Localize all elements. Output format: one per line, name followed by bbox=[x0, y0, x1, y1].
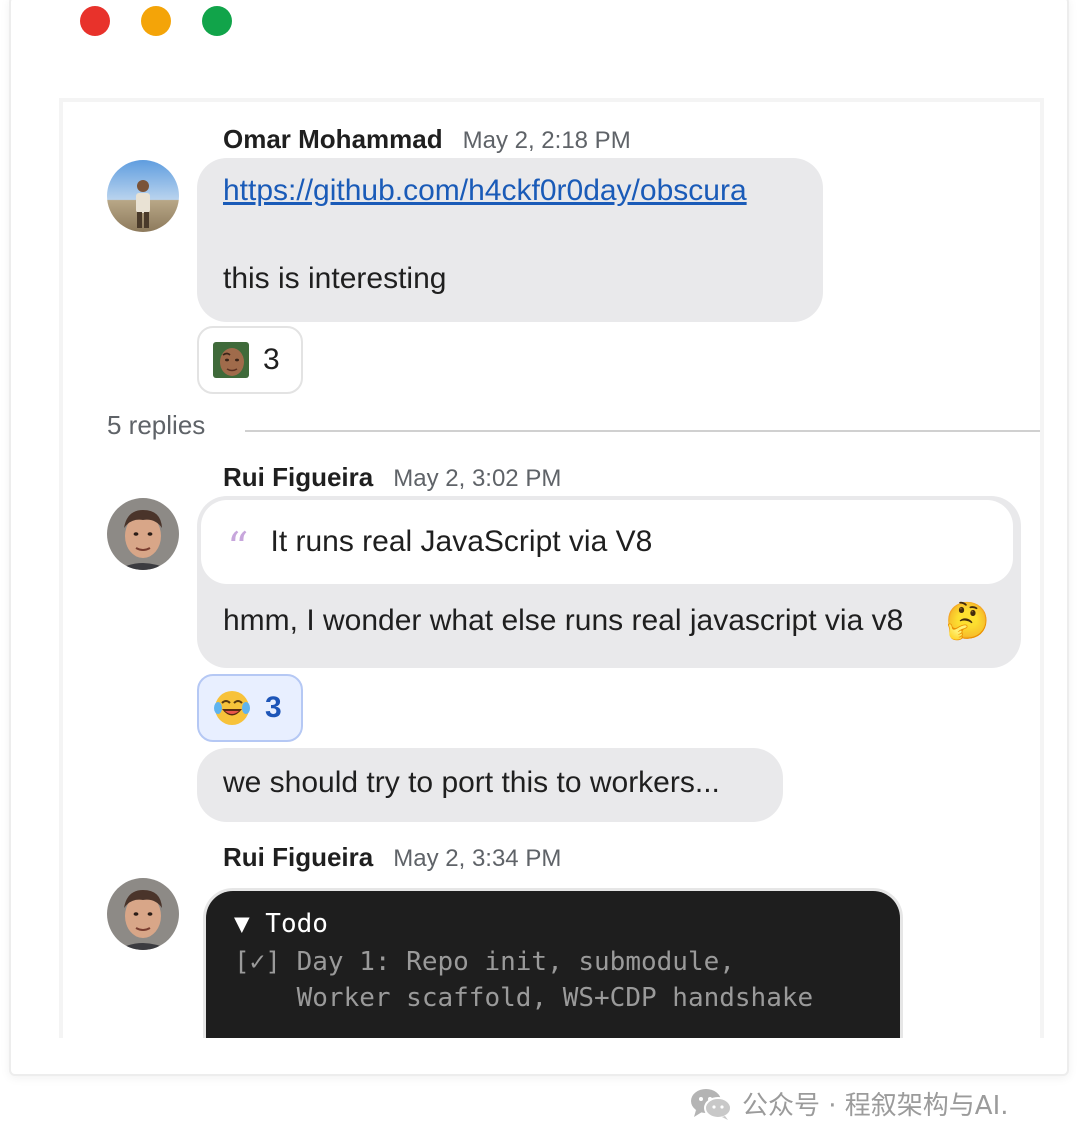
github-link[interactable]: https://github.com/h4ckf0r0day/obscura bbox=[223, 174, 747, 208]
avatar-rui[interactable] bbox=[107, 878, 179, 950]
sender-name: Rui Figueira bbox=[223, 842, 374, 872]
reaction-count: 3 bbox=[263, 343, 280, 376]
code-line: Worker scaffold, WS+CDP handshake bbox=[234, 983, 814, 1013]
replies-divider bbox=[245, 430, 1040, 432]
wechat-icon bbox=[690, 1087, 732, 1121]
maximize-window-button[interactable] bbox=[202, 6, 232, 36]
close-window-button[interactable] bbox=[80, 6, 110, 36]
todo-toggle[interactable]: ▼ Todo bbox=[234, 909, 328, 939]
watermark-text: 公众号 · 程叙架构与AI. bbox=[742, 1091, 1009, 1121]
reply-text: hmm, I wonder what else runs real javasc… bbox=[223, 604, 904, 637]
laughing-tears-emoji-icon bbox=[213, 689, 251, 727]
message-timestamp: May 2, 2:18 PM bbox=[462, 127, 631, 154]
reaction-count: 3 bbox=[265, 691, 282, 724]
replies-toggle[interactable]: 5 replies bbox=[107, 410, 205, 441]
message-text: this is interesting bbox=[223, 262, 447, 295]
app-window: Omar Mohammad May 2, 2:18 PM https://git… bbox=[9, 0, 1069, 1076]
message-timestamp: May 2, 3:02 PM bbox=[393, 465, 562, 492]
thinking-face-emoji-icon: 🤔 bbox=[945, 600, 990, 641]
minimize-window-button[interactable] bbox=[141, 6, 171, 36]
the-rock-face-emoji-icon bbox=[213, 342, 249, 378]
replies-count-label: 5 replies bbox=[107, 410, 206, 440]
code-block: ▼ Todo [✓] Day 1: Repo init, submodule, … bbox=[203, 888, 903, 1038]
followup-bubble: we should try to port this to workers... bbox=[197, 748, 783, 822]
message-header: Omar Mohammad May 2, 2:18 PM bbox=[223, 124, 631, 155]
reply-header: Rui Figueira May 2, 3:34 PM bbox=[223, 842, 561, 873]
reply-bubble: “ It runs real JavaScript via V8 hmm, I … bbox=[197, 496, 1021, 668]
message-timestamp: May 2, 3:34 PM bbox=[393, 845, 562, 872]
sender-name: Rui Figueira bbox=[223, 462, 374, 492]
code-line: [✓] Day 1: Repo init, submodule, bbox=[234, 947, 735, 977]
sender-name: Omar Mohammad bbox=[223, 124, 443, 154]
message-bubble: https://github.com/h4ckf0r0day/obscura t… bbox=[197, 158, 823, 322]
avatar-omar[interactable] bbox=[107, 160, 179, 232]
quoted-message: “ It runs real JavaScript via V8 bbox=[201, 500, 1013, 584]
reply-header: Rui Figueira May 2, 3:02 PM bbox=[223, 462, 561, 493]
reaction-chip-active[interactable]: 3 bbox=[197, 674, 303, 742]
quote-text: It runs real JavaScript via V8 bbox=[270, 525, 653, 558]
watermark: 公众号 · 程叙架构与AI. bbox=[690, 1085, 1009, 1122]
chat-thread-panel: Omar Mohammad May 2, 2:18 PM https://git… bbox=[59, 98, 1044, 1038]
followup-text: we should try to port this to workers... bbox=[223, 766, 720, 799]
quote-mark-icon: “ bbox=[227, 523, 249, 572]
avatar-rui[interactable] bbox=[107, 498, 179, 570]
reaction-chip[interactable]: 3 bbox=[197, 326, 303, 394]
